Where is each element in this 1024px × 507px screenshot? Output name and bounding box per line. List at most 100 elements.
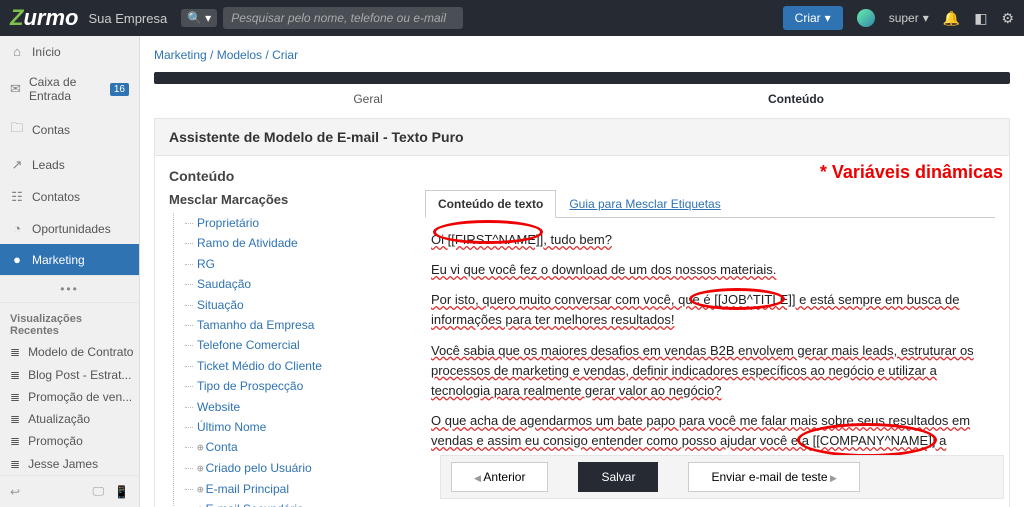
breadcrumb-current: Criar	[272, 48, 298, 62]
progress-labels: Geral Conteúdo	[154, 92, 1010, 106]
content-heading: Conteúdo	[169, 168, 995, 184]
editor-tabs: Conteúdo de texto Guia para Mesclar Etiq…	[425, 190, 995, 218]
recent-label: Atualização	[28, 412, 90, 426]
save-button[interactable]: Salvar	[578, 462, 658, 492]
mobile-icon[interactable]: 📱	[114, 485, 129, 499]
company-name: Sua Empresa	[88, 11, 167, 26]
logo: Zurmo	[10, 5, 78, 31]
sidebar-item-inbox[interactable]: ✉Caixa de Entrada16	[0, 67, 139, 111]
opportunities-icon: ◔	[10, 221, 24, 236]
sidebar-label: Contatos	[32, 190, 80, 204]
merge-var-jobtitle: [[JOB^TITLE]]	[714, 292, 795, 307]
sidebar-label: Contas	[32, 123, 70, 137]
avatar[interactable]	[857, 9, 875, 27]
recent-item[interactable]: ≣Atualização	[0, 408, 139, 430]
tree-item[interactable]: RG	[185, 254, 419, 274]
tree-label: Telefone Comercial	[197, 338, 300, 352]
main: Marketing / Modelos / Criar Geral Conteú…	[140, 36, 1024, 507]
recent-heading: Visualizações Recentes	[0, 303, 139, 341]
sidebar-item-leads[interactable]: ↗ Leads	[0, 149, 139, 181]
tree-item[interactable]: ⊕E-mail Secundário	[185, 499, 419, 507]
prev-button[interactable]: Anterior	[451, 462, 548, 492]
recent-item[interactable]: ≣Blog Post - Estrat...	[0, 363, 139, 385]
expand-icon[interactable]: ⊕	[197, 483, 204, 496]
breadcrumb-link[interactable]: Marketing	[154, 48, 207, 62]
search-scope-dropdown[interactable]: 🔍▾	[181, 9, 217, 27]
recent-item[interactable]: ≣Promoção de ven...	[0, 386, 139, 408]
sidebar-label: Leads	[32, 158, 65, 172]
sidebar-item-contas[interactable]: 🗀 Contas	[0, 111, 139, 149]
tree-label: E-mail Principal	[206, 482, 289, 496]
recent-item[interactable]: ≣ Modelo de Contrato	[0, 341, 139, 363]
tree-item[interactable]: ⊕Criado pelo Usuário	[185, 458, 419, 479]
tree-item[interactable]: Telefone Comercial	[185, 335, 419, 355]
tree-label: Ticket Médio do Cliente	[197, 359, 322, 373]
tree-label: Proprietário	[197, 216, 259, 230]
step-general[interactable]: Geral	[154, 92, 582, 106]
create-label: Criar	[795, 11, 821, 25]
wizard-title: Assistente de Modelo de E-mail - Texto P…	[154, 118, 1010, 156]
cube-icon[interactable]: ◧	[974, 10, 987, 27]
sidebar-label: Marketing	[32, 253, 85, 267]
user-dropdown[interactable]: super▾	[889, 11, 929, 25]
notification-icon[interactable]: 🔔	[943, 10, 960, 27]
stack-icon: ≣	[10, 434, 20, 448]
sidebar-item-oportunidades[interactable]: ◔ Oportunidades	[0, 213, 139, 244]
folder-icon: 🗀	[10, 119, 24, 141]
recent-item[interactable]: ≣Promoção	[0, 430, 139, 452]
logout-icon[interactable]: ↩	[10, 485, 20, 499]
tree-label: Criado pelo Usuário	[206, 461, 312, 475]
sidebar: ⌂Início ✉Caixa de Entrada16 🗀 Contas ↗ Lea…	[0, 36, 140, 507]
step-content[interactable]: Conteúdo	[582, 92, 1010, 106]
text: Oi	[431, 232, 448, 247]
tab-text-content[interactable]: Conteúdo de texto	[425, 190, 556, 218]
recent-label: Modelo de Contrato	[28, 345, 133, 359]
leads-icon: ↗	[10, 157, 24, 173]
text: Por isto, quero muito conversar com você…	[431, 292, 714, 307]
sidebar-bottom: ↩ 🖵 📱	[0, 475, 139, 507]
inbox-badge: 16	[110, 83, 129, 96]
tree-item[interactable]: Tamanho da Empresa	[185, 315, 419, 335]
tree-label: Saudação	[197, 277, 251, 291]
contacts-icon: ☷	[10, 189, 24, 205]
topbar: Zurmo Sua Empresa 🔍▾ Criar▾ super▾ 🔔 ◧ ⚙	[0, 0, 1024, 36]
tree-label: Último Nome	[197, 420, 266, 434]
text: Eu vi que você fez o download de um dos …	[431, 262, 776, 277]
gear-icon[interactable]: ⚙	[1001, 10, 1014, 27]
tree-item[interactable]: Ticket Médio do Cliente	[185, 356, 419, 376]
tree-item[interactable]: Ramo de Atividade	[185, 233, 419, 253]
recent-item[interactable]: ≣Jesse James	[0, 453, 139, 475]
wizard-footer: Anterior Salvar Enviar e-mail de teste	[440, 455, 1004, 499]
sidebar-label: Oportunidades	[32, 222, 111, 236]
tree-item[interactable]: Proprietário	[185, 213, 419, 233]
breadcrumb-link[interactable]: Modelos	[217, 48, 262, 62]
expand-icon[interactable]: ⊕	[197, 462, 204, 475]
expand-icon[interactable]: ⊕	[197, 441, 204, 454]
stack-icon: ≣	[10, 345, 20, 359]
sidebar-item-contatos[interactable]: ☷ Contatos	[0, 181, 139, 213]
merge-var-firstname: [[FIRST^NAME]]	[448, 232, 544, 247]
text: , tudo bem?	[543, 232, 612, 247]
progress-bar	[154, 72, 1010, 84]
tab-merge-guide[interactable]: Guia para Mesclar Etiquetas	[556, 190, 733, 217]
sidebar-item-marketing[interactable]: ●Marketing	[0, 244, 139, 275]
monitor-icon[interactable]: 🖵	[92, 484, 104, 499]
tree-item[interactable]: Situação	[185, 295, 419, 315]
stack-icon: ≣	[10, 457, 20, 471]
sidebar-item-inicio[interactable]: ⌂Início	[0, 36, 139, 67]
text: a	[935, 433, 946, 448]
tree-item[interactable]: Tipo de Prospecção	[185, 376, 419, 396]
tree-label: Situação	[197, 298, 244, 312]
tree-item[interactable]: ⊕Conta	[185, 437, 419, 458]
search-input[interactable]	[223, 7, 463, 29]
mail-icon: ✉	[10, 81, 21, 97]
tree-item[interactable]: Website	[185, 397, 419, 417]
stack-icon: ≣	[10, 368, 20, 382]
send-test-button[interactable]: Enviar e-mail de teste	[688, 462, 859, 492]
tree-item[interactable]: ⊕E-mail Principal	[185, 479, 419, 500]
tree-item[interactable]: Último Nome	[185, 417, 419, 437]
create-button[interactable]: Criar▾	[783, 6, 843, 30]
tree-item[interactable]: Saudação	[185, 274, 419, 294]
sidebar-more[interactable]: •••	[0, 275, 139, 303]
expand-icon[interactable]: ⊕	[197, 503, 204, 507]
